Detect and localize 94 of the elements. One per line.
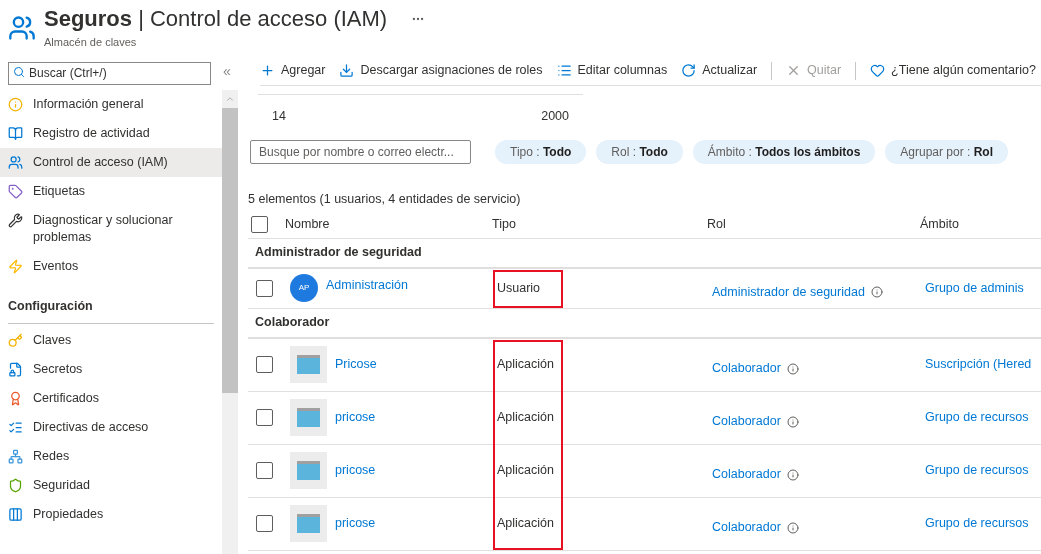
sidebar-item[interactable]: Información general	[0, 90, 222, 119]
search-field[interactable]: Busque por nombre o correo electr...	[250, 139, 471, 164]
toolbar-button[interactable]: Editar columnas	[556, 61, 668, 80]
plus-icon	[260, 63, 275, 78]
type-cell-text: Usuario	[497, 279, 542, 297]
column-header[interactable]: Nombre	[285, 214, 492, 234]
columns-icon	[8, 507, 23, 522]
info-icon[interactable]	[786, 362, 799, 375]
sidebar-item[interactable]: Directivas de acceso	[0, 413, 222, 442]
summary-value: 14	[272, 108, 286, 125]
info-icon[interactable]	[786, 468, 799, 481]
filter-pill[interactable]: Rol : Todo	[596, 139, 683, 164]
name-link[interactable]: Administración	[326, 276, 408, 295]
role-link[interactable]: Colaborador	[712, 359, 781, 378]
checkbox[interactable]	[256, 515, 273, 532]
refresh-icon	[681, 63, 697, 78]
page-subtitle: Almacén de claves	[44, 35, 138, 50]
toolbar-button[interactable]: Descargar asignaciones de roles	[339, 61, 543, 80]
group-header: Administrador de seguridad	[255, 244, 422, 262]
role-link[interactable]: Colaborador	[712, 518, 781, 537]
sidebar-item[interactable]: Propiedades	[0, 500, 222, 529]
app-icon	[290, 399, 327, 436]
section-heading: Configuración	[8, 299, 93, 313]
column-header[interactable]: Rol	[707, 214, 920, 234]
column-header[interactable]: Tipo	[492, 214, 707, 234]
checkbox[interactable]	[256, 356, 273, 373]
filter-pill[interactable]: Ámbito : Todos los ámbitos	[692, 139, 876, 164]
certificate-icon	[8, 391, 23, 406]
toolbar-button[interactable]: ¿Tiene algún comentario?	[870, 61, 1036, 80]
info-icon[interactable]	[870, 286, 883, 298]
sidebar-item[interactable]: Etiquetas	[0, 177, 222, 206]
type-cell-text: Aplicación	[497, 515, 555, 533]
info-icon[interactable]	[786, 415, 799, 428]
checkbox[interactable]	[251, 215, 268, 233]
info-icon	[8, 97, 23, 112]
filter-pill[interactable]: Agrupar por : Rol	[885, 139, 1009, 164]
shield-icon	[8, 478, 23, 493]
lightning-icon	[8, 259, 23, 274]
type-cell-text: Aplicación	[497, 462, 555, 480]
sidebar-item[interactable]: Diagnosticar y solucionar problemas	[0, 206, 222, 252]
app-icon	[290, 346, 327, 383]
checkbox[interactable]	[256, 462, 273, 479]
page-title: Seguros | Control de acceso (IAM)	[44, 5, 388, 33]
search-field[interactable]: Buscar (Ctrl+/)	[8, 61, 211, 85]
scrollbar[interactable]	[222, 90, 238, 554]
checkbox[interactable]	[256, 409, 273, 426]
scope-link[interactable]: Grupo de recursos	[925, 514, 1041, 533]
name-link[interactable]: Pricose	[335, 355, 377, 374]
lock-file-icon	[8, 362, 23, 377]
checkbox[interactable]	[256, 279, 273, 297]
scope-link[interactable]: Grupo de recursos	[925, 461, 1041, 480]
role-link[interactable]: Colaborador	[712, 412, 781, 431]
info-icon[interactable]	[786, 521, 799, 534]
summary-value: 2000	[541, 108, 569, 125]
toolbar-button[interactable]: Agregar	[260, 61, 326, 80]
book-icon	[8, 126, 23, 141]
name-link[interactable]: pricose	[335, 408, 376, 427]
collapse-button[interactable]: «	[223, 61, 231, 82]
sidebar-item[interactable]: Eventos	[0, 252, 222, 281]
role-link[interactable]: Administrador de seguridad	[712, 282, 865, 302]
sidebar-item[interactable]: Registro de actividad	[0, 119, 222, 148]
columns-icon	[556, 63, 572, 78]
sidebar-item[interactable]: Seguridad	[0, 471, 222, 500]
network-icon	[8, 449, 23, 464]
sidebar-item[interactable]: Secretos	[0, 355, 222, 384]
sidebar-item[interactable]: Control de acceso (IAM)	[0, 148, 222, 177]
tag-icon	[8, 184, 23, 199]
sidebar-item[interactable]: Redes	[0, 442, 222, 471]
key-icon	[8, 333, 23, 348]
role-link[interactable]: Colaborador	[712, 465, 781, 484]
app-icon	[290, 452, 327, 489]
heart-icon	[870, 63, 886, 78]
column-header[interactable]: Ámbito	[920, 214, 1041, 234]
user-avatar: AP	[290, 274, 318, 302]
scope-link[interactable]: Grupo de recursos	[925, 408, 1041, 427]
download-icon	[339, 63, 355, 78]
filter-pill[interactable]: Tipo : Todo	[495, 139, 587, 164]
users-icon	[8, 155, 23, 170]
type-cell-text: Aplicación	[497, 356, 555, 374]
item-count: 5 elementos (1 usuarios, 4 entidades de servicio)	[248, 191, 521, 206]
group-header: Colaborador	[255, 314, 330, 332]
wrench-icon	[8, 213, 23, 228]
app-icon	[290, 505, 327, 542]
checklist-icon	[8, 420, 23, 435]
sidebar-item[interactable]: Claves	[0, 326, 222, 355]
toolbar-button[interactable]: Actualizar	[681, 61, 758, 80]
users-icon	[8, 14, 36, 42]
sidebar-item[interactable]: Certificados	[0, 384, 222, 413]
scope-link[interactable]: Suscripción (Hered	[925, 355, 1041, 374]
scope-link[interactable]: Grupo de adminis	[925, 278, 1041, 298]
name-link[interactable]: pricose	[335, 461, 376, 480]
name-link[interactable]: pricose	[335, 514, 376, 533]
type-cell-text: Aplicación	[497, 409, 555, 427]
search-icon	[13, 66, 25, 78]
